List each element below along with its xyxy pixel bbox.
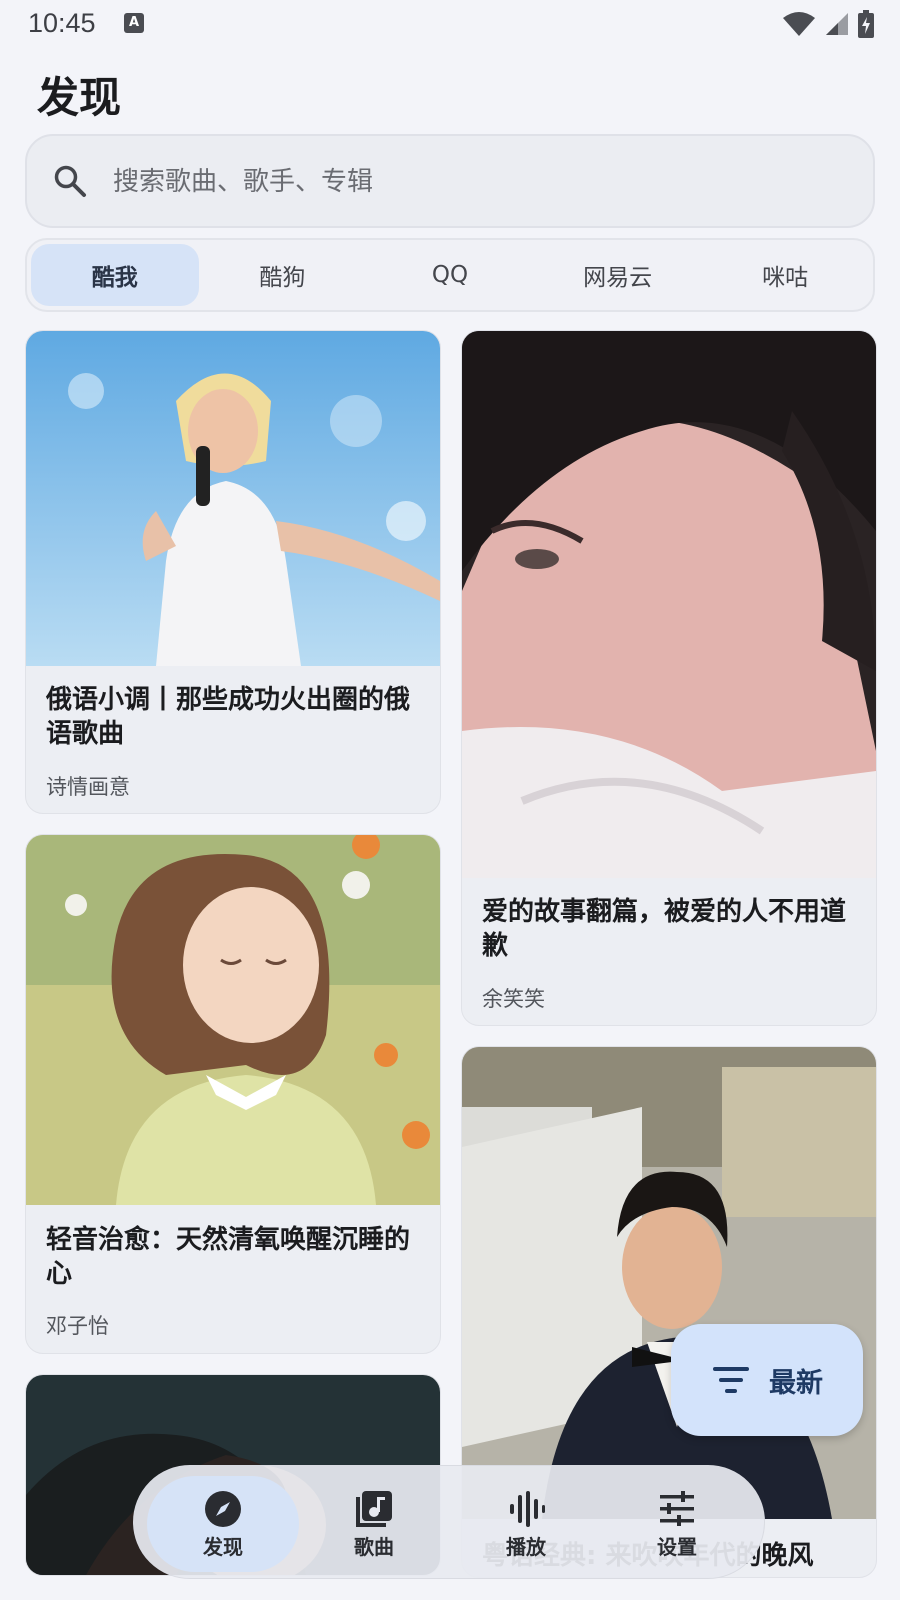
playlist-creator: 余笑笑 xyxy=(482,987,545,1011)
playlist-card[interactable]: 俄语小调丨那些成功火出圈的俄语歌曲 诗情画意 xyxy=(25,330,441,814)
tab-label: 咪咕 xyxy=(762,265,809,291)
playlist-cover-image xyxy=(26,835,440,1205)
sort-latest-button[interactable]: 最新 xyxy=(671,1324,863,1436)
nav-label: 发现 xyxy=(203,1534,243,1559)
sort-icon xyxy=(713,1367,749,1393)
notification-app-icon: A xyxy=(124,13,144,33)
status-icons xyxy=(782,10,874,38)
nav-label: 设置 xyxy=(657,1534,697,1559)
cell-signal-icon xyxy=(826,13,848,35)
sliders-icon xyxy=(660,1490,694,1526)
nav-playing[interactable]: 播放 xyxy=(451,1476,601,1572)
compass-icon xyxy=(205,1490,241,1527)
tab-qq[interactable]: QQ xyxy=(366,244,534,306)
playlist-card[interactable]: 爱的故事翻篇，被爱的人不用道歉 余笑笑 xyxy=(461,330,877,1026)
status-bar: 10:45 A xyxy=(0,0,900,48)
wifi-icon xyxy=(783,12,815,36)
tab-label: QQ xyxy=(431,262,469,288)
playlist-title: 俄语小调丨那些成功火出圈的俄语歌曲 xyxy=(46,685,411,749)
search-bar[interactable] xyxy=(25,134,875,228)
search-icon xyxy=(54,165,86,197)
waveform-icon xyxy=(510,1490,545,1527)
search-input[interactable] xyxy=(111,156,815,208)
nav-songs[interactable]: 歌曲 xyxy=(299,1476,449,1572)
playlist-cover-image xyxy=(26,331,440,666)
source-tabs: 酷我 酷狗 QQ 网易云 咪咕 xyxy=(25,238,875,312)
bottom-navigation: 发现 歌曲 播放 设置 xyxy=(133,1465,765,1579)
music-library-icon xyxy=(356,1490,392,1527)
playlist-creator: 邓子怡 xyxy=(46,1314,109,1338)
page-title: 发现 xyxy=(37,73,122,122)
playlist-cover-image xyxy=(462,331,876,878)
nav-settings[interactable]: 设置 xyxy=(602,1476,752,1572)
status-time: 10:45 xyxy=(28,8,96,38)
nav-label: 歌曲 xyxy=(354,1534,394,1559)
tab-migu[interactable]: 咪咕 xyxy=(701,244,869,306)
sort-latest-label: 最新 xyxy=(769,1367,823,1399)
playlist-creator: 诗情画意 xyxy=(46,775,130,799)
tab-label: 酷我 xyxy=(91,265,138,291)
battery-charging-icon xyxy=(858,10,874,38)
tab-kugou[interactable]: 酷狗 xyxy=(199,244,367,306)
playlist-card[interactable]: 轻音治愈：天然清氧唤醒沉睡的心 邓子怡 xyxy=(25,834,441,1354)
nav-discover[interactable]: 发现 xyxy=(147,1476,299,1572)
tab-kuwo[interactable]: 酷我 xyxy=(31,244,199,306)
nav-label: 播放 xyxy=(506,1534,546,1559)
tab-netease[interactable]: 网易云 xyxy=(534,244,702,306)
playlist-title: 轻音治愈：天然清氧唤醒沉睡的心 xyxy=(46,1225,411,1289)
playlist-cover-image xyxy=(462,1047,876,1519)
tab-label: 酷狗 xyxy=(259,265,306,291)
tab-label: 网易云 xyxy=(583,265,653,291)
playlist-title: 爱的故事翻篇，被爱的人不用道歉 xyxy=(482,897,847,961)
